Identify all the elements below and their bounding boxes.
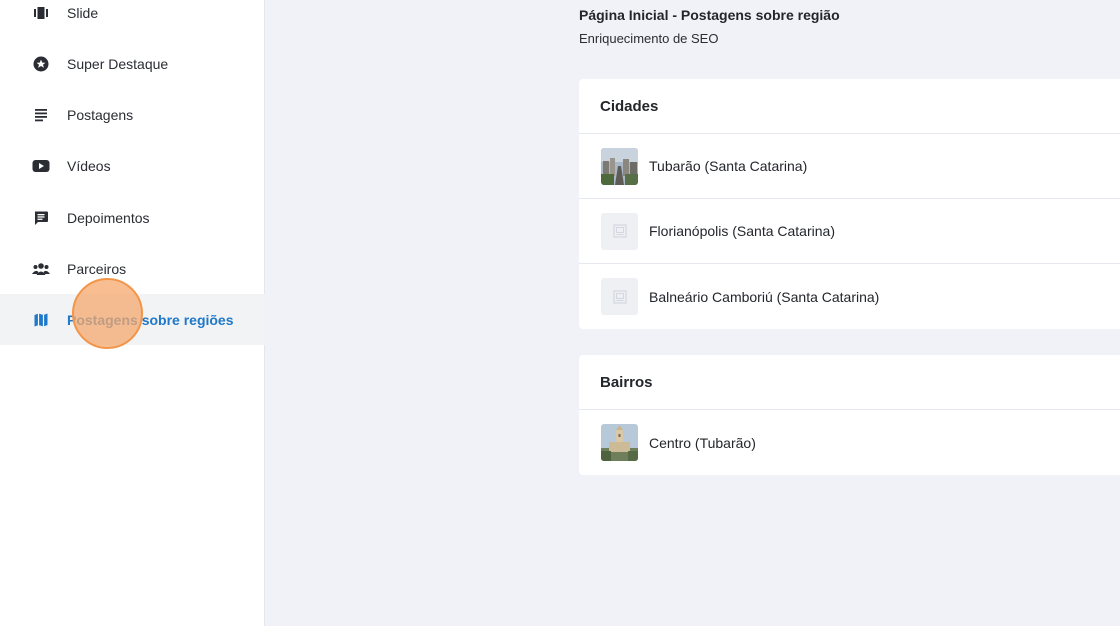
sidebar-item-slide[interactable]: Slide bbox=[0, 0, 265, 38]
city-photo-thumbnail bbox=[601, 147, 638, 185]
city-name: Balneário Camboriú (Santa Catarina) bbox=[649, 288, 880, 305]
cities-card-title: Cidades bbox=[579, 79, 1120, 134]
neighborhoods-card: Bairros Centro (Tubarão) bbox=[579, 355, 1120, 475]
list-item[interactable]: Centro (Tubarão) bbox=[579, 410, 1120, 475]
page-title: Página Inicial - Postagens sobre região bbox=[579, 7, 840, 23]
sidebar-item-parceiros[interactable]: Parceiros bbox=[0, 243, 265, 294]
list-item[interactable]: Florianópolis (Santa Catarina) bbox=[579, 199, 1120, 264]
city-name: Tubarão (Santa Catarina) bbox=[649, 158, 808, 174]
click-indicator bbox=[72, 278, 143, 349]
list-item[interactable]: Balneário Camboriú (Santa Catarina) bbox=[579, 264, 1120, 329]
map-icon bbox=[31, 310, 51, 330]
list-item[interactable]: Tubarão (Santa Catarina) bbox=[579, 134, 1120, 199]
sidebar-item-label: Super Destaque bbox=[67, 55, 169, 72]
neighborhoods-card-title: Bairros bbox=[579, 355, 1120, 410]
sidebar-item-super-destaque[interactable]: Super Destaque bbox=[0, 38, 265, 89]
page-header: Página Inicial - Postagens sobre região … bbox=[579, 5, 840, 49]
star-badge-icon bbox=[31, 54, 51, 74]
text-lines-icon bbox=[31, 105, 51, 125]
sidebar-item-label: Vídeos bbox=[67, 157, 111, 174]
cities-card: Cidades Tubarão (Santa Catarina) Florian… bbox=[579, 79, 1120, 329]
sidebar-item-videos[interactable]: Vídeos bbox=[0, 140, 265, 191]
image-placeholder-icon bbox=[601, 212, 638, 250]
sidebar-item-postagens[interactable]: Postagens bbox=[0, 89, 265, 140]
page-subtitle: Enriquecimento de SEO bbox=[579, 31, 719, 46]
people-icon bbox=[31, 259, 51, 279]
neighborhood-name: Centro (Tubarão) bbox=[649, 434, 756, 451]
sidebar-item-label: Depoimentos bbox=[67, 209, 150, 226]
church-photo-thumbnail bbox=[601, 424, 638, 461]
chat-icon bbox=[31, 208, 51, 228]
sidebar-item-depoimentos[interactable]: Depoimentos bbox=[0, 192, 265, 243]
sidebar-item-label: Postagens bbox=[67, 106, 134, 123]
image-placeholder-icon bbox=[601, 278, 638, 315]
slide-icon bbox=[31, 3, 51, 23]
sidebar-item-label: Slide bbox=[67, 4, 99, 21]
sidebar-item-label: Parceiros bbox=[67, 260, 127, 277]
city-name: Florianópolis (Santa Catarina) bbox=[649, 223, 835, 239]
video-icon bbox=[31, 156, 51, 176]
